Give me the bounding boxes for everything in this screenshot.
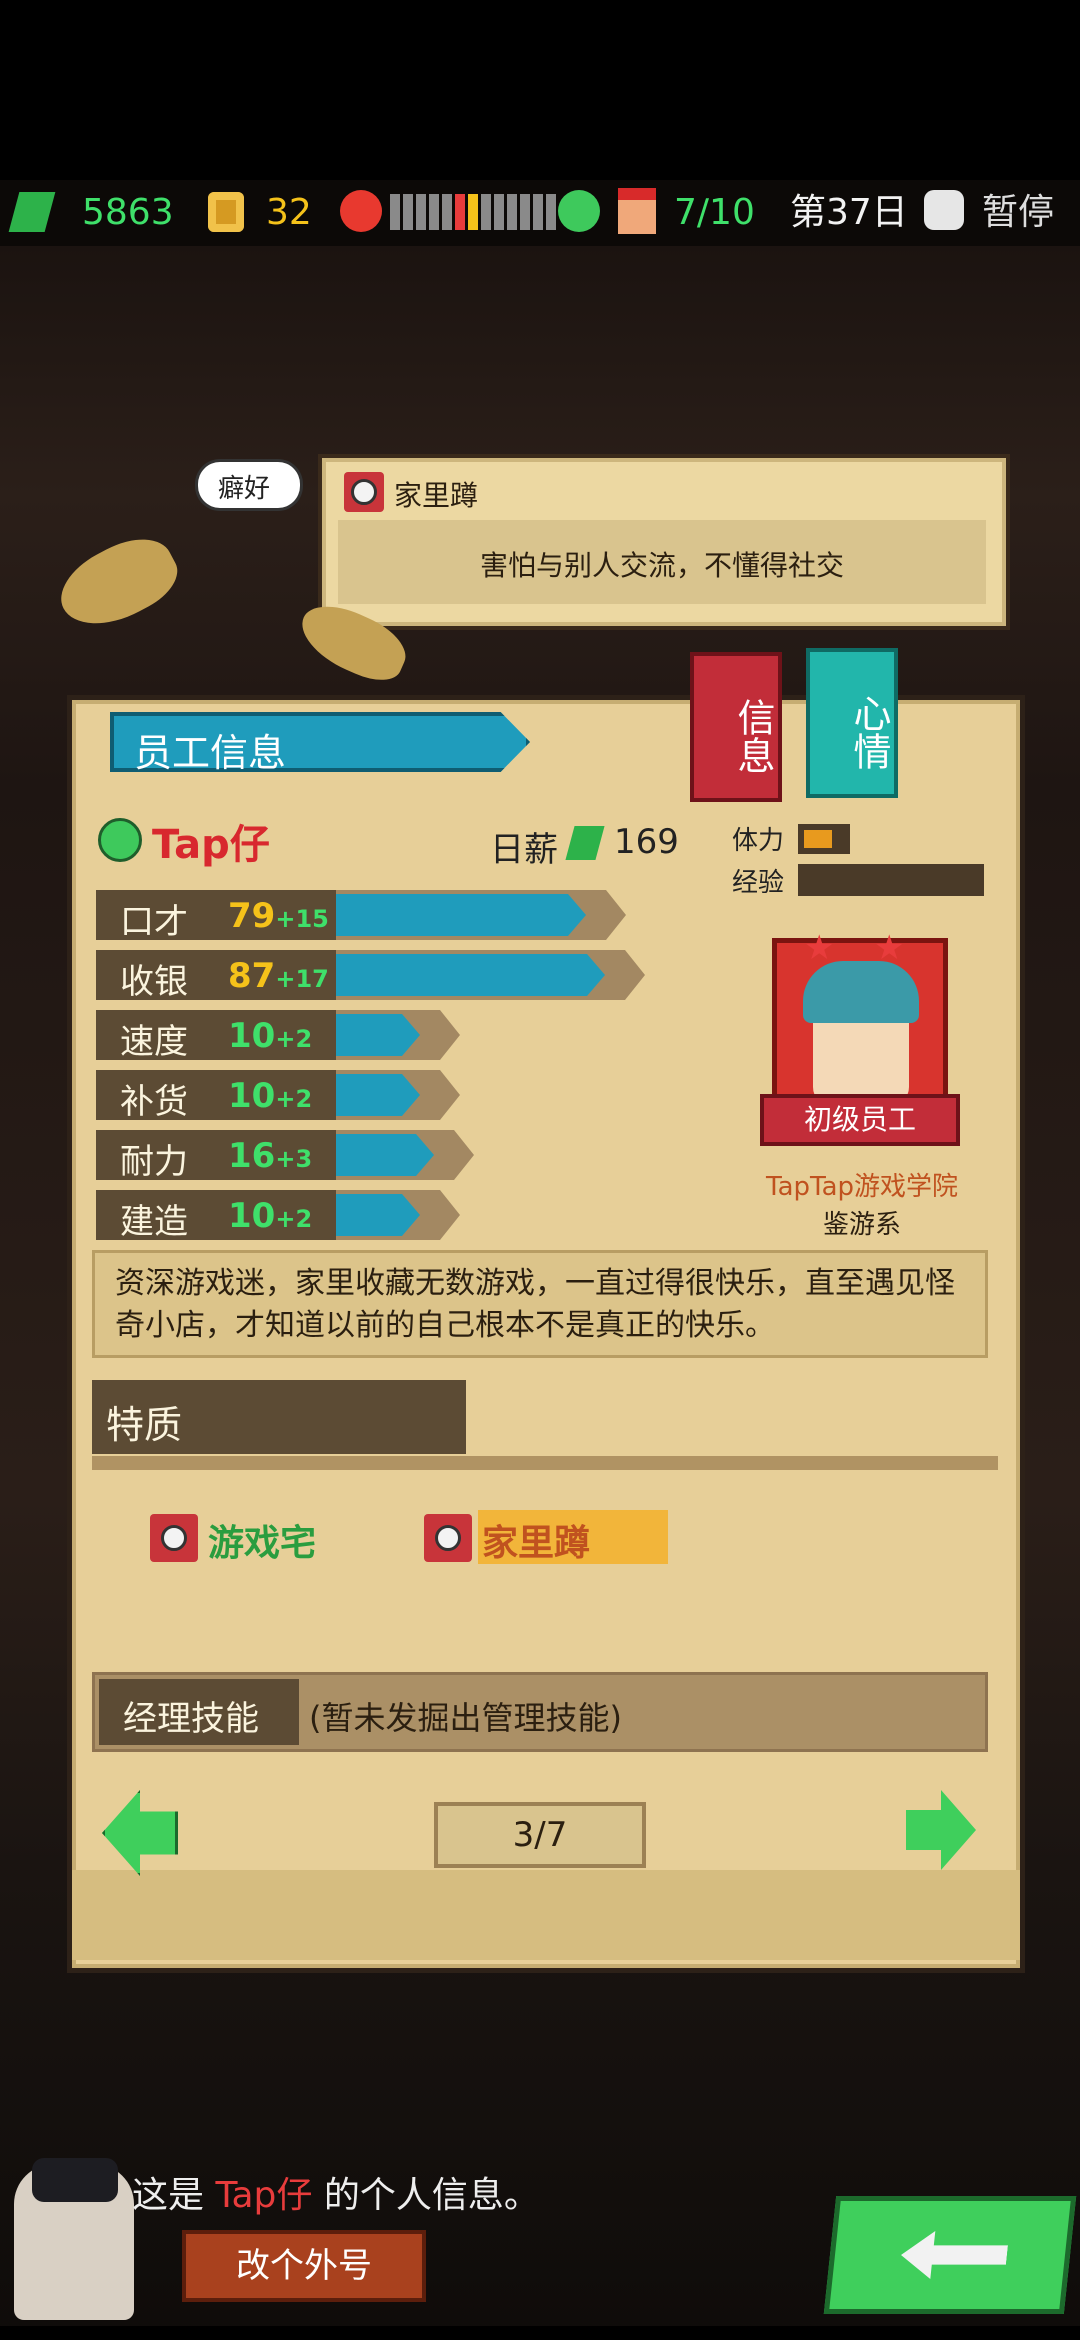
stat-label-box: 建造 10+2 bbox=[96, 1190, 336, 1242]
mood-meter bbox=[390, 194, 562, 230]
stat-row: 补货 10+2 bbox=[96, 1070, 696, 1122]
day-label: 第37日 bbox=[790, 192, 908, 233]
stat-bar-fill bbox=[336, 954, 605, 996]
employee-name: Tap仔 bbox=[152, 822, 270, 868]
stat-bar-fill bbox=[336, 894, 586, 936]
stat-row: 建造 10+2 bbox=[96, 1190, 696, 1242]
money-value: 5863 bbox=[82, 192, 174, 233]
stat-value: 16+3 bbox=[228, 1136, 313, 1176]
trait-1-icon bbox=[150, 1514, 198, 1562]
stat-name: 建造 bbox=[120, 1202, 188, 1242]
angry-face-icon bbox=[340, 190, 382, 232]
panel-title-banner: 员工信息 bbox=[110, 712, 530, 772]
mood-segment bbox=[494, 194, 504, 230]
stat-label-box: 收银 87+17 bbox=[96, 950, 336, 1002]
rank-ribbon: 初级员工 bbox=[760, 1094, 960, 1146]
mood-segment bbox=[416, 194, 426, 230]
back-button[interactable] bbox=[823, 2196, 1077, 2314]
stat-row: 速度 10+2 bbox=[96, 1010, 696, 1062]
staff-icon bbox=[618, 188, 656, 234]
trait-tag: 癖好 bbox=[198, 462, 300, 508]
tab-mood[interactable]: 心情 bbox=[806, 648, 898, 798]
salary-label: 日薪 bbox=[490, 830, 558, 870]
mood-segment bbox=[403, 194, 413, 230]
stat-bar-fill bbox=[336, 1194, 420, 1236]
trait-name: 家里蹲 bbox=[394, 479, 479, 512]
stat-name: 速度 bbox=[120, 1022, 188, 1062]
top-hud: 5863 32 7/10 第37日 暂停 bbox=[0, 180, 1080, 246]
star-icon: ★ bbox=[804, 928, 835, 968]
manager-skill-label: 经理技能 bbox=[123, 1699, 259, 1739]
traits-header: 特质 bbox=[92, 1380, 466, 1454]
stat-value: 10+2 bbox=[228, 1016, 313, 1056]
bio-text: 资深游戏迷，家里收藏无数游戏，一直过得很快乐，直至遇见怪奇小店，才知道以前的自己… bbox=[115, 1266, 955, 1343]
mood-segment bbox=[481, 194, 491, 230]
salary-value: 169 bbox=[614, 822, 679, 862]
stat-bar-fill bbox=[336, 1134, 434, 1176]
mood-segment bbox=[468, 194, 478, 230]
stat-value: 10+2 bbox=[228, 1196, 313, 1236]
tab-info[interactable]: 信息 bbox=[690, 652, 782, 802]
stat-value: 87+17 bbox=[228, 956, 329, 996]
stat-row: 口才 79+15 bbox=[96, 890, 696, 942]
stat-value: 10+2 bbox=[228, 1076, 313, 1116]
happy-mood-icon bbox=[98, 818, 142, 862]
stat-label-box: 耐力 16+3 bbox=[96, 1130, 336, 1182]
manager-skill-value: (暂未发掘出管理技能) bbox=[309, 1699, 622, 1737]
stat-bar-fill bbox=[336, 1074, 420, 1116]
stat-name: 口才 bbox=[120, 902, 188, 942]
stamina-bar bbox=[798, 824, 850, 854]
mood-segment bbox=[390, 194, 400, 230]
bio-box: 资深游戏迷，家里收藏无数游戏，一直过得很快乐，直至遇见怪奇小店，才知道以前的自己… bbox=[92, 1250, 988, 1358]
stamina-label: 体力 bbox=[732, 826, 785, 856]
rename-button[interactable]: 改个外号 bbox=[182, 2230, 426, 2302]
rank-label: 初级员工 bbox=[803, 1103, 916, 1136]
major-name: 鉴游系 bbox=[822, 1210, 901, 1240]
pause-label[interactable]: 暂停 bbox=[982, 190, 1054, 236]
stat-label-box: 口才 79+15 bbox=[96, 890, 336, 942]
manager-avatar bbox=[14, 2158, 134, 2320]
mood-segment bbox=[442, 194, 452, 230]
mood-segment bbox=[533, 194, 543, 230]
money-icon bbox=[8, 192, 56, 232]
manager-skill-row: 经理技能 (暂未发掘出管理技能) bbox=[92, 1672, 988, 1752]
stat-row: 收银 87+17 bbox=[96, 950, 696, 1002]
trait-2[interactable]: 家里蹲 bbox=[482, 1514, 590, 1566]
manager-hat bbox=[32, 2158, 118, 2202]
stat-name: 耐力 bbox=[120, 1142, 188, 1182]
trait-divider bbox=[92, 1456, 998, 1470]
stamina-fill bbox=[804, 830, 832, 848]
school-name: TapTap游戏学院 bbox=[765, 1172, 959, 1202]
trait-1[interactable]: 游戏宅 bbox=[208, 1514, 316, 1566]
pause-icon[interactable] bbox=[924, 190, 964, 230]
dialog-text: 这是 Tap仔 的个人信息。 bbox=[132, 2175, 540, 2216]
stat-label-box: 补货 10+2 bbox=[96, 1070, 336, 1122]
panel-footer bbox=[72, 1870, 1020, 1960]
mood-segment bbox=[429, 194, 439, 230]
happy-face-icon bbox=[558, 190, 600, 232]
mood-segment bbox=[520, 194, 530, 230]
page-indicator: 3/7 bbox=[434, 1802, 646, 1868]
back-arrow-icon bbox=[898, 2231, 1009, 2279]
stat-value: 79+15 bbox=[228, 896, 329, 936]
exp-label: 经验 bbox=[732, 868, 785, 898]
panel-title: 员工信息 bbox=[134, 731, 287, 775]
mood-segment bbox=[455, 194, 465, 230]
coin-value: 32 bbox=[266, 192, 312, 233]
mood-segment bbox=[507, 194, 517, 230]
staff-count: 7/10 bbox=[674, 192, 755, 233]
trait-description: 害怕与别人交流，不懂得社交 bbox=[479, 549, 844, 582]
star-icon-2: ★ bbox=[874, 928, 905, 968]
stat-name: 收银 bbox=[120, 962, 188, 1002]
trait-2-icon bbox=[424, 1514, 472, 1562]
trait-tooltip: 家里蹲 害怕与别人交流，不懂得社交 bbox=[322, 458, 1006, 626]
stat-label-box: 速度 10+2 bbox=[96, 1010, 336, 1062]
coin-icon bbox=[208, 192, 244, 232]
mood-segment bbox=[546, 194, 556, 230]
stat-name: 补货 bbox=[120, 1082, 188, 1122]
portrait-hair bbox=[803, 961, 919, 1023]
stat-row: 耐力 16+3 bbox=[96, 1130, 696, 1182]
trait-icon bbox=[344, 472, 384, 512]
exp-bar bbox=[798, 864, 984, 896]
